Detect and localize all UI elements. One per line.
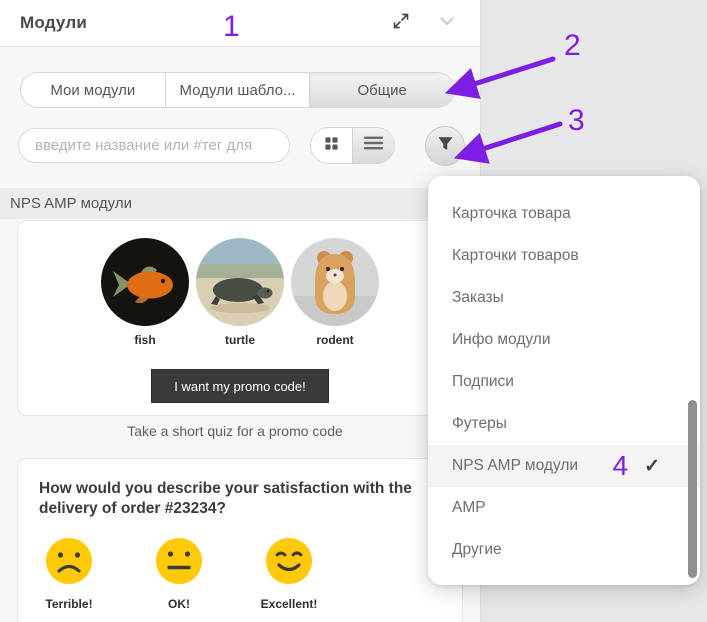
dropdown-item-label: NPS AMP модули [452,457,579,474]
animal-option-fish: fish [101,238,189,347]
nps-question: How would you describe your satisfaction… [39,480,412,517]
dropdown-item-product-cards[interactable]: Карточки товаров [428,235,700,277]
animal-label: rodent [316,333,354,347]
dropdown-item-label: Заказы [452,289,504,306]
annotation-2: 2 [564,29,581,62]
nps-option-label: Terrible! [45,596,93,611]
section-header: NPS AMP модули [0,188,480,219]
dropdown-item-signatures[interactable]: Подписи [428,361,700,403]
annotation-3: 3 [568,104,585,137]
dropdown-item-label: Карточки товаров [452,247,579,264]
list-view-icon [363,135,384,156]
module-caption: Take a short quiz for a promo code [127,423,343,439]
panel-title: Модули [20,13,88,32]
neutral-face-icon [156,537,202,589]
nps-option-ok: OK! [156,537,202,611]
nps-option-excellent: Excellent! [261,537,317,611]
dropdown-item-nps-amp-modules[interactable]: NPS AMP модули 4 ✓ [428,445,700,487]
annotation-4: 4 [612,450,629,481]
expand-panel-button[interactable] [390,12,412,34]
grid-view-icon [324,136,339,156]
dropdown-item-label: AMP [452,499,486,516]
dropdown-scrollbar-thumb[interactable] [688,400,697,578]
nps-option-label: Excellent! [260,596,318,611]
dropdown-item-label: Подписи [452,373,514,390]
search-input[interactable] [18,128,290,163]
panel-header: Модули [0,0,480,47]
grid-view-button[interactable] [311,128,352,163]
animal-options-row: fish turtle rodent [18,221,462,347]
module-preview-nps[interactable]: How would you describe your satisfaction… [17,458,463,622]
collapse-panel-button[interactable] [436,12,458,34]
nps-options-row: Terrible! OK! Excellent! [18,537,462,611]
animal-label: turtle [225,333,255,347]
sad-face-icon [46,537,92,589]
animal-label: fish [134,333,156,347]
rodent-image [291,238,379,331]
turtle-image [196,238,284,331]
dropdown-item-info-modules[interactable]: Инфо модули [428,319,700,361]
checkmark-icon: ✓ [644,455,660,477]
module-preview-quiz[interactable]: fish turtle rodent I want my promo code! [17,220,463,416]
module-tabs: Мои модули Модули шабло... Общие [20,72,455,108]
annotation-1: 1 [223,10,240,43]
tab-my-modules[interactable]: Мои модули [21,73,165,107]
chevron-down-icon [437,11,457,36]
dropdown-item-others[interactable]: Другие [428,529,700,571]
dropdown-item-label: Инфо модули [452,331,551,348]
dropdown-item-amp[interactable]: AMP [428,487,700,529]
dropdown-item-orders[interactable]: Заказы [428,277,700,319]
funnel-icon [436,134,455,158]
nps-option-terrible: Terrible! [45,537,93,611]
animal-option-turtle: turtle [196,238,284,347]
fish-image [101,238,189,331]
modules-panel-screen: Модули Мои модули Модули шабло... Общие [0,0,707,622]
nps-option-label: OK! [168,596,190,611]
expand-arrows-icon [391,11,411,36]
tab-general-modules[interactable]: Общие [310,73,454,107]
tab-template-modules[interactable]: Модули шабло... [164,73,311,107]
section-header-label: NPS AMP модули [10,195,132,212]
promo-code-button: I want my promo code! [151,369,329,403]
dropdown-item-product-card[interactable]: Карточка товара [428,193,700,235]
dropdown-item-label: Футеры [452,415,507,432]
filter-button[interactable] [425,126,465,166]
filter-dropdown-menu: Карточка товара Карточки товаров Заказы … [428,176,700,585]
dropdown-item-label: Карточка товара [452,205,571,222]
view-toggle [310,127,395,164]
dropdown-item-footers[interactable]: Футеры [428,403,700,445]
dropdown-item-label: Другие [452,541,502,558]
list-view-button[interactable] [352,128,394,163]
happy-face-icon [266,537,312,589]
animal-option-rodent: rodent [291,238,379,347]
